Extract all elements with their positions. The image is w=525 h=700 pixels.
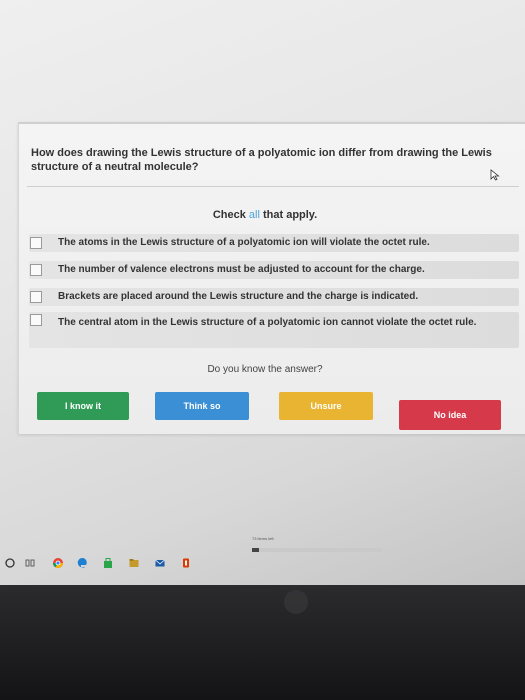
option-label: The number of valence electrons must be …: [58, 264, 425, 275]
chrome-icon[interactable]: [52, 557, 64, 569]
instruction-text: Check all that apply.: [19, 209, 511, 221]
monitor-screen: How does drawing the Lewis structure of …: [0, 0, 525, 585]
think-so-button[interactable]: Think so: [155, 392, 249, 420]
option-label: The atoms in the Lewis structure of a po…: [58, 237, 430, 248]
divider: [27, 186, 519, 187]
edge-icon[interactable]: [76, 557, 88, 569]
items-left-label: 73 items left: [252, 536, 274, 541]
answer-option-2[interactable]: The number of valence electrons must be …: [29, 261, 519, 279]
answer-option-3[interactable]: Brackets are placed around the Lewis str…: [29, 288, 519, 306]
unsure-button[interactable]: Unsure: [279, 392, 373, 420]
instruction-suffix: that apply.: [259, 209, 318, 221]
search-circle-icon[interactable]: [4, 557, 16, 569]
instruction-accent: all: [248, 209, 260, 221]
checkbox[interactable]: [30, 264, 42, 276]
mail-icon[interactable]: [154, 557, 166, 569]
checkbox[interactable]: [30, 314, 42, 326]
question-card: How does drawing the Lewis structure of …: [18, 122, 525, 434]
instruction-prefix: Check: [212, 209, 249, 221]
file-explorer-icon[interactable]: [128, 557, 140, 569]
store-icon[interactable]: [102, 557, 114, 569]
confidence-prompt: Do you know the answer?: [207, 364, 323, 375]
task-view-icon[interactable]: [24, 557, 36, 569]
option-label: Brackets are placed around the Lewis str…: [58, 291, 419, 302]
no-idea-button[interactable]: No idea: [399, 400, 501, 430]
option-label: The central atom in the Lewis structure …: [58, 317, 477, 328]
checkbox[interactable]: [30, 291, 42, 303]
monitor-bezel: [0, 585, 525, 700]
checkbox[interactable]: [30, 237, 42, 249]
taskbar: [0, 548, 525, 578]
question-text: How does drawing the Lewis structure of …: [31, 147, 492, 173]
answer-option-4[interactable]: The central atom in the Lewis structure …: [29, 312, 519, 348]
hp-logo-icon: [284, 590, 308, 614]
office-icon[interactable]: [180, 557, 192, 569]
i-know-it-button[interactable]: I know it: [37, 392, 129, 420]
answer-option-1[interactable]: The atoms in the Lewis structure of a po…: [29, 234, 519, 252]
mouse-cursor-icon: [490, 169, 500, 181]
